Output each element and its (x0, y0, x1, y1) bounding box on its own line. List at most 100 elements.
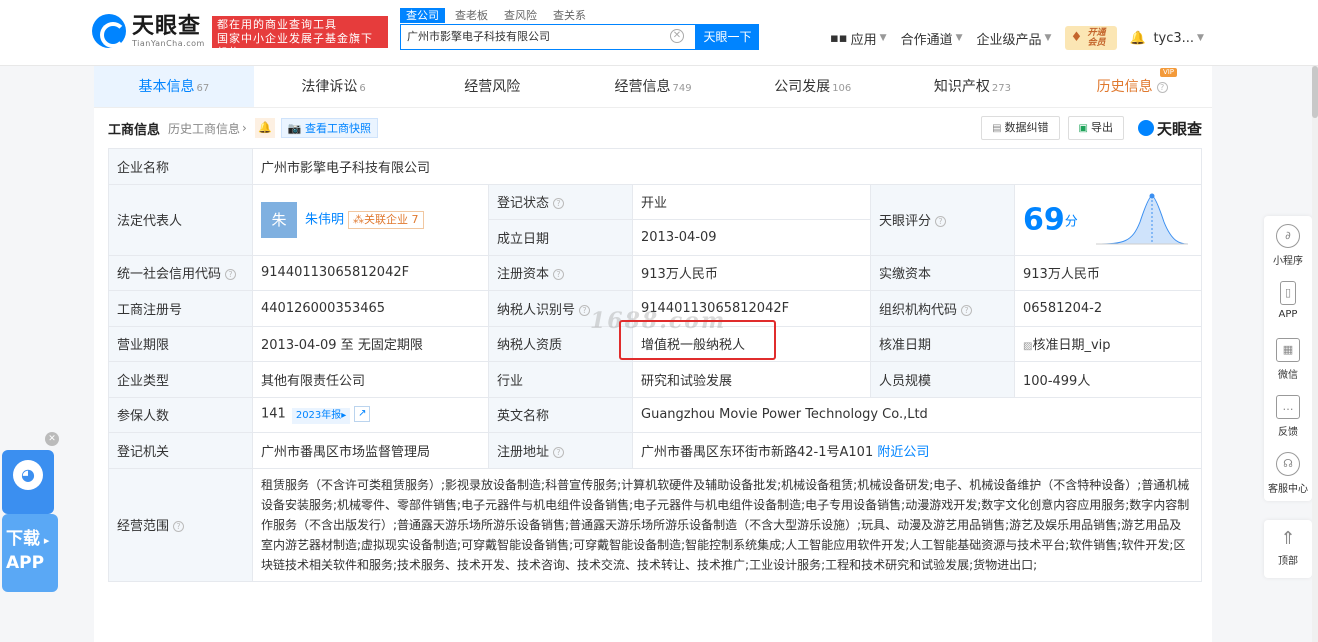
reg-capital-label: 注册资本? (488, 254, 633, 291)
wechat-button[interactable]: ▦ 微信 (1264, 330, 1312, 387)
tab-risk[interactable]: 经营风险 (413, 66, 573, 107)
related-companies-badge[interactable]: ⁂关联企业 7 (348, 210, 424, 229)
trend-chart-icon[interactable]: ↗ (354, 406, 371, 422)
search-button[interactable]: 天眼一下 (696, 24, 759, 50)
score-cell[interactable]: 69分 (1014, 183, 1202, 256)
download-app-button[interactable]: 下载 ▸ APP (2, 514, 58, 592)
excel-icon: ▣ (1078, 123, 1088, 134)
help-icon: ? (935, 216, 947, 227)
search-tab-risk[interactable]: 查风险 (498, 8, 543, 23)
feedback-button[interactable]: … 反馈 (1264, 387, 1312, 444)
chevron-down-icon: ▼ (955, 33, 963, 43)
reg-no-value: 440126000353465 (252, 290, 489, 327)
app-button[interactable]: ▯ APP (1264, 273, 1312, 330)
download-card[interactable]: ◕ (2, 450, 54, 514)
reg-no-label: 工商注册号 (108, 290, 253, 327)
export-button[interactable]: ▣ 导出 (1067, 116, 1124, 140)
reg-capital-value: 913万人民币 (632, 254, 871, 291)
nav-cooperation[interactable]: 合作通道 ▼ (901, 29, 963, 48)
en-name-label: 英文名称 (488, 396, 633, 433)
logo-domain: TianYanCha.com (132, 38, 205, 48)
bell-icon[interactable]: 🔔 (254, 118, 275, 138)
help-icon: ? (579, 304, 591, 316)
chevron-right-icon: › (242, 121, 247, 135)
industry-label: 行业 (488, 361, 633, 398)
logo-icon (1137, 120, 1154, 136)
chevron-down-icon: ▼ (879, 33, 887, 43)
vip-badge: VIP (1159, 68, 1178, 77)
legal-rep-cell: 朱朱伟明 ⁂关联企业 7 (252, 183, 489, 256)
logo[interactable]: 天眼查 TianYanCha.com (92, 14, 205, 48)
search-input[interactable]: 广州市影擎电子科技有限公司 (400, 24, 696, 50)
network-icon: ⁂ (353, 212, 365, 226)
chevron-down-icon: ▼ (1197, 33, 1204, 43)
tab-business[interactable]: 经营信息 749 (573, 66, 733, 107)
address-value: 广州市番禺区东环街市新路42-1号A101 (641, 444, 874, 460)
scrollbar[interactable] (1312, 66, 1318, 642)
vip-button[interactable]: ♦ 开通 会员 (1065, 26, 1118, 50)
bell-icon[interactable]: 🔔 (1129, 31, 1145, 46)
table-row: 参保人数 141 2023年报▸ ↗ 英文名称 Guangzhou Movie Po… (108, 396, 1202, 433)
slogan-banner: 都在用的商业查询工具 国家中小企业发展子基金旗下机构 (212, 16, 388, 59)
en-name-value: Guangzhou Movie Power Technology Co.,Ltd (632, 396, 1202, 433)
help-icon: ? (225, 269, 237, 281)
top-bar: 天眼查 TianYanCha.com 都在用的商业查询工具 国家中小企业发展子基… (0, 0, 1318, 66)
table-row: 企业类型 其他有限责任公司 行业 研究和试验发展 人员规模 100-499人 (108, 361, 1202, 398)
back-to-top-button[interactable]: ⇑ 顶部 (1264, 520, 1312, 578)
approve-date-value: ▨核准日期_vip (1014, 325, 1202, 362)
camera-icon: 📷 (287, 122, 306, 135)
staff-label: 人员规模 (870, 361, 1015, 398)
industry-value: 研究和试验发展 (632, 361, 871, 398)
snapshot-button[interactable]: 📷 查看工商快照 (280, 118, 379, 138)
paid-capital-value: 913万人民币 (1014, 254, 1202, 291)
term-value: 2013-04-09 至 无固定期限 (252, 325, 489, 362)
table-row: 法定代表人 朱朱伟明 ⁂关联企业 7 登记状态? 开业 天眼评分? 69分 (108, 183, 1202, 256)
logo-icon (92, 14, 126, 48)
legal-rep-name[interactable]: 朱伟明 (305, 212, 344, 227)
insured-value: 141 (261, 406, 286, 422)
help-icon: ? (173, 521, 185, 532)
logo-text: 天眼查 (132, 13, 202, 39)
annual-report-button[interactable]: 2023年报▸ (291, 407, 351, 424)
help-icon: ? (961, 304, 973, 316)
scrollbar-thumb[interactable] (1312, 66, 1318, 118)
tab-development[interactable]: 公司发展 106 (733, 66, 893, 107)
tab-legal[interactable]: 法律诉讼 6 (254, 66, 414, 107)
table-row: 登记机关 广州市番禺区市场监督管理局 注册地址? 广州市番禺区东环街市新路42-… (108, 432, 1202, 469)
nav-enterprise[interactable]: 企业级产品 ▼ (977, 29, 1052, 48)
table-row: 统一社会信用代码? 91440113065812042F 注册资本? 913万人… (108, 254, 1202, 291)
search-tab-company[interactable]: 查公司 (400, 8, 445, 23)
legal-rep-label: 法定代表人 (108, 183, 253, 256)
tab-history[interactable]: 历史信息? VIP (1052, 66, 1212, 107)
avatar[interactable]: 朱 (261, 201, 297, 238)
business-info-table: 企业名称 广州市影擎电子科技有限公司 法定代表人 朱朱伟明 ⁂关联企业 7 登记状… (108, 148, 1202, 582)
scope-label: 经营范围? (108, 467, 253, 582)
nav-apps[interactable]: ▪▪ 应用 ▼ (830, 29, 887, 48)
insured-cell: 141 2023年报▸ ↗ (252, 396, 489, 433)
approve-date-label: 核准日期 (870, 325, 1015, 362)
search-tab-relation[interactable]: 查关系 (547, 8, 592, 23)
help-icon: ? (553, 446, 565, 458)
nearby-companies-link[interactable]: 附近公司 (877, 445, 929, 460)
customer-service-button[interactable]: ☊ 客服中心 (1264, 444, 1312, 501)
history-link[interactable]: 历史工商信息 (168, 120, 240, 137)
feedback-icon: … (1276, 395, 1300, 419)
term-label: 营业期限 (108, 325, 253, 362)
grid-icon: ▪▪ (830, 30, 848, 46)
tab-ip[interactable]: 知识产权 273 (893, 66, 1053, 107)
help-icon: ? (1156, 81, 1168, 93)
user-menu[interactable]: tyc3... ▼ (1153, 31, 1204, 46)
paid-capital-label: 实缴资本 (870, 254, 1015, 291)
correct-button[interactable]: ▤ 数据纠错 (981, 116, 1060, 140)
tab-basic-info[interactable]: 基本信息 67 (94, 66, 254, 107)
search-tab-boss[interactable]: 查老板 (449, 8, 494, 23)
mini-program-icon: ∂ (1276, 224, 1300, 248)
scope-value: 租赁服务（不含许可类租赁服务）;影视录放设备制造;科普宣传服务;计算机软硬件及辅… (252, 467, 1202, 582)
close-icon[interactable]: ✕ (45, 432, 59, 446)
main-panel: 工商信息 历史工商信息 › 🔔 📷 查看工商快照 ▤ 数据纠错 ▣ 导出 天眼查 企… (94, 108, 1212, 642)
qr-code-icon: ▦ (1276, 338, 1300, 362)
detail-tabs: 基本信息 67 法律诉讼 6 经营风险 经营信息 749 公司发展 106 知识产权 27… (94, 66, 1212, 108)
mini-program-button[interactable]: ∂ 小程序 (1264, 216, 1312, 273)
clear-icon[interactable]: ✕ (670, 29, 684, 43)
table-row: 企业名称 广州市影擎电子科技有限公司 (108, 148, 1202, 185)
